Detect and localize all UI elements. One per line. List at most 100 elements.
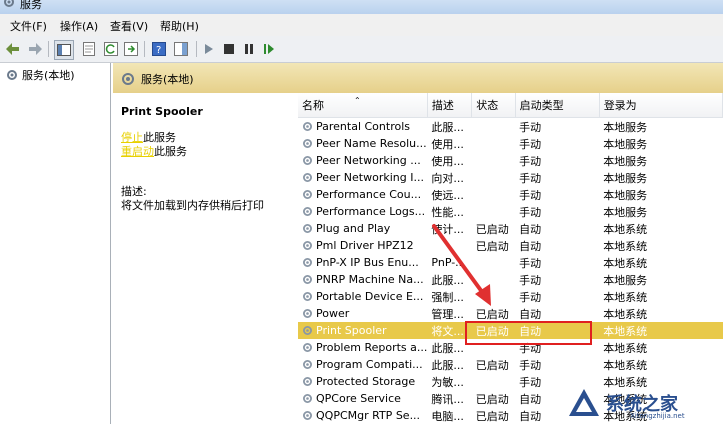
table-row[interactable]: Performance Cou... 使远... 手动 本地服务 — [298, 186, 723, 203]
watermark-url: Xitongzhijia.net — [630, 412, 685, 420]
cell-startup-type: 手动 — [519, 154, 542, 168]
menu-bar: 文件(F) 操作(A) 查看(V) 帮助(H) — [0, 14, 723, 36]
cell-name: Problem Reports a... — [298, 339, 427, 356]
services-list: 名称 ⌃ 描述 状态 启动类型 登录为 Parental Controls 此服..… — [298, 93, 723, 424]
menu-file[interactable]: 文件(F) — [10, 18, 47, 34]
services-gear-icon — [122, 73, 134, 85]
stop-service-icon[interactable] — [220, 40, 238, 58]
refresh-icon[interactable] — [102, 40, 120, 58]
cell-name: Performance Logs... — [298, 203, 427, 220]
column-header-name[interactable]: 名称 ⌃ — [298, 93, 428, 118]
cell-status — [472, 373, 515, 390]
cell-status — [472, 135, 515, 152]
table-row[interactable]: Power 管理... 已启动 自动 本地系统 — [298, 305, 723, 322]
cell-name: Peer Networking ... — [298, 152, 427, 169]
cell-status — [472, 169, 515, 186]
column-header-log-on-as[interactable]: 登录为 — [599, 93, 723, 118]
service-gear-icon — [303, 360, 312, 369]
selected-service-name: Print Spooler — [121, 105, 203, 118]
show-hide-action-pane-icon[interactable] — [172, 40, 190, 58]
description-text: 将文件加载到内存供稍后打印 — [121, 199, 264, 212]
service-gear-icon — [303, 309, 312, 318]
cell-startup-type: 手动 — [519, 137, 542, 151]
console-tree-icon[interactable] — [54, 40, 74, 60]
cell-startup-type: 手动 — [519, 358, 542, 372]
cell-log-on-as: 本地服务 — [603, 120, 648, 134]
properties-sheet-icon[interactable] — [80, 40, 98, 58]
back-arrow-icon[interactable] — [4, 40, 22, 58]
cell-description: 为敏... — [431, 375, 464, 389]
cell-description: 此服... — [431, 120, 464, 134]
cell-status — [472, 186, 515, 203]
service-gear-icon — [303, 156, 312, 165]
cell-log-on-as: 本地系统 — [603, 239, 648, 253]
cell-startup-type: 自动 — [519, 222, 542, 236]
cell-startup-type: 手动 — [519, 273, 542, 287]
restart-service-icon[interactable] — [260, 40, 278, 58]
window-title: 服务 — [20, 0, 42, 11]
table-row[interactable]: PnP-X IP Bus Enu... PnP-... 手动 本地系统 — [298, 254, 723, 271]
cell-status — [472, 203, 515, 220]
cell-status: 已启动 — [475, 222, 509, 236]
tree-node-services-local[interactable]: 服务(本地) — [6, 67, 75, 83]
services-pane: 服务(本地) Print Spooler 停止此服务 重启动此服务 描述: 将文… — [113, 63, 723, 424]
cell-description: 此服... — [431, 358, 464, 372]
table-row[interactable]: Program Compati... 此服... 已启动 手动 本地系统 — [298, 356, 723, 373]
toolbar-separator — [48, 41, 49, 57]
column-header-description[interactable]: 描述 — [427, 93, 473, 118]
services-gear-icon — [7, 70, 17, 80]
table-row[interactable]: Plug and Play 使计... 已启动 自动 本地系统 — [298, 220, 723, 237]
cell-log-on-as: 本地系统 — [603, 307, 648, 321]
cell-log-on-as: 本地系统 — [599, 322, 723, 339]
service-gear-icon — [303, 241, 312, 250]
cell-description: 电脑... — [431, 409, 464, 423]
start-service-icon[interactable] — [200, 40, 218, 58]
service-detail-panel: Print Spooler 停止此服务 重启动此服务 描述: 将文件加载到内存供… — [121, 105, 301, 213]
table-header-row: 名称 ⌃ 描述 状态 启动类型 登录为 — [298, 93, 723, 118]
pause-service-icon[interactable] — [240, 40, 258, 58]
table-row[interactable]: Pml Driver HPZ12 已启动 自动 本地系统 — [298, 237, 723, 254]
cell-description: PnP-... — [431, 256, 466, 269]
cell-name: Pml Driver HPZ12 — [298, 237, 427, 254]
tree-node-label: 服务(本地) — [22, 69, 75, 82]
cell-name: Peer Name Resolu... — [298, 135, 427, 152]
cell-name: Parental Controls — [298, 118, 427, 136]
cell-log-on-as: 本地服务 — [603, 205, 648, 219]
service-gear-icon — [303, 377, 312, 386]
table-row[interactable]: Peer Name Resolu... 使用... 手动 本地服务 — [298, 135, 723, 152]
cell-description: 腾讯... — [431, 392, 464, 406]
cell-startup-type: 手动 — [519, 188, 542, 202]
column-header-status[interactable]: 状态 — [471, 93, 516, 118]
table-row[interactable]: Performance Logs... 性能... 手动 本地服务 — [298, 203, 723, 220]
cell-log-on-as: 本地服务 — [603, 171, 648, 185]
services-gear-icon — [4, 0, 14, 7]
toolbar-separator — [196, 41, 197, 57]
export-list-icon[interactable] — [122, 40, 140, 58]
menu-action[interactable]: 操作(A) — [60, 18, 98, 34]
cell-status — [472, 152, 515, 169]
forward-arrow-icon[interactable] — [26, 40, 44, 58]
table-row[interactable]: Portable Device E... 强制... 手动 本地系统 — [298, 288, 723, 305]
table-row[interactable]: PNRP Machine Na... 此服... 手动 本地服务 — [298, 271, 723, 288]
restart-service-link[interactable]: 重启动 — [121, 145, 154, 158]
stop-service-suffix: 此服务 — [143, 131, 176, 144]
title-bar: 服务 — [0, 0, 723, 14]
service-gear-icon — [303, 275, 312, 284]
service-gear-icon — [303, 292, 312, 301]
cell-name: PnP-X IP Bus Enu... — [298, 254, 427, 271]
table-row[interactable]: Peer Networking I... 向对... 手动 本地服务 — [298, 169, 723, 186]
restart-service-suffix: 此服务 — [154, 145, 187, 158]
cell-log-on-as: 本地系统 — [603, 358, 648, 372]
menu-help[interactable]: 帮助(H) — [160, 18, 199, 34]
help-icon[interactable]: ? — [150, 40, 168, 58]
cell-name: Plug and Play — [298, 220, 427, 237]
table-row[interactable]: Parental Controls 此服... 手动 本地服务 — [298, 118, 723, 136]
cell-description: 管理... — [431, 307, 464, 321]
cell-log-on-as: 本地服务 — [603, 188, 648, 202]
stop-service-link[interactable]: 停止 — [121, 131, 143, 144]
cell-description — [427, 237, 471, 254]
menu-view[interactable]: 查看(V) — [110, 18, 148, 34]
cell-description: 强制... — [431, 290, 464, 304]
table-row[interactable]: Peer Networking ... 使用... 手动 本地服务 — [298, 152, 723, 169]
column-header-startup-type[interactable]: 启动类型 — [515, 93, 600, 118]
